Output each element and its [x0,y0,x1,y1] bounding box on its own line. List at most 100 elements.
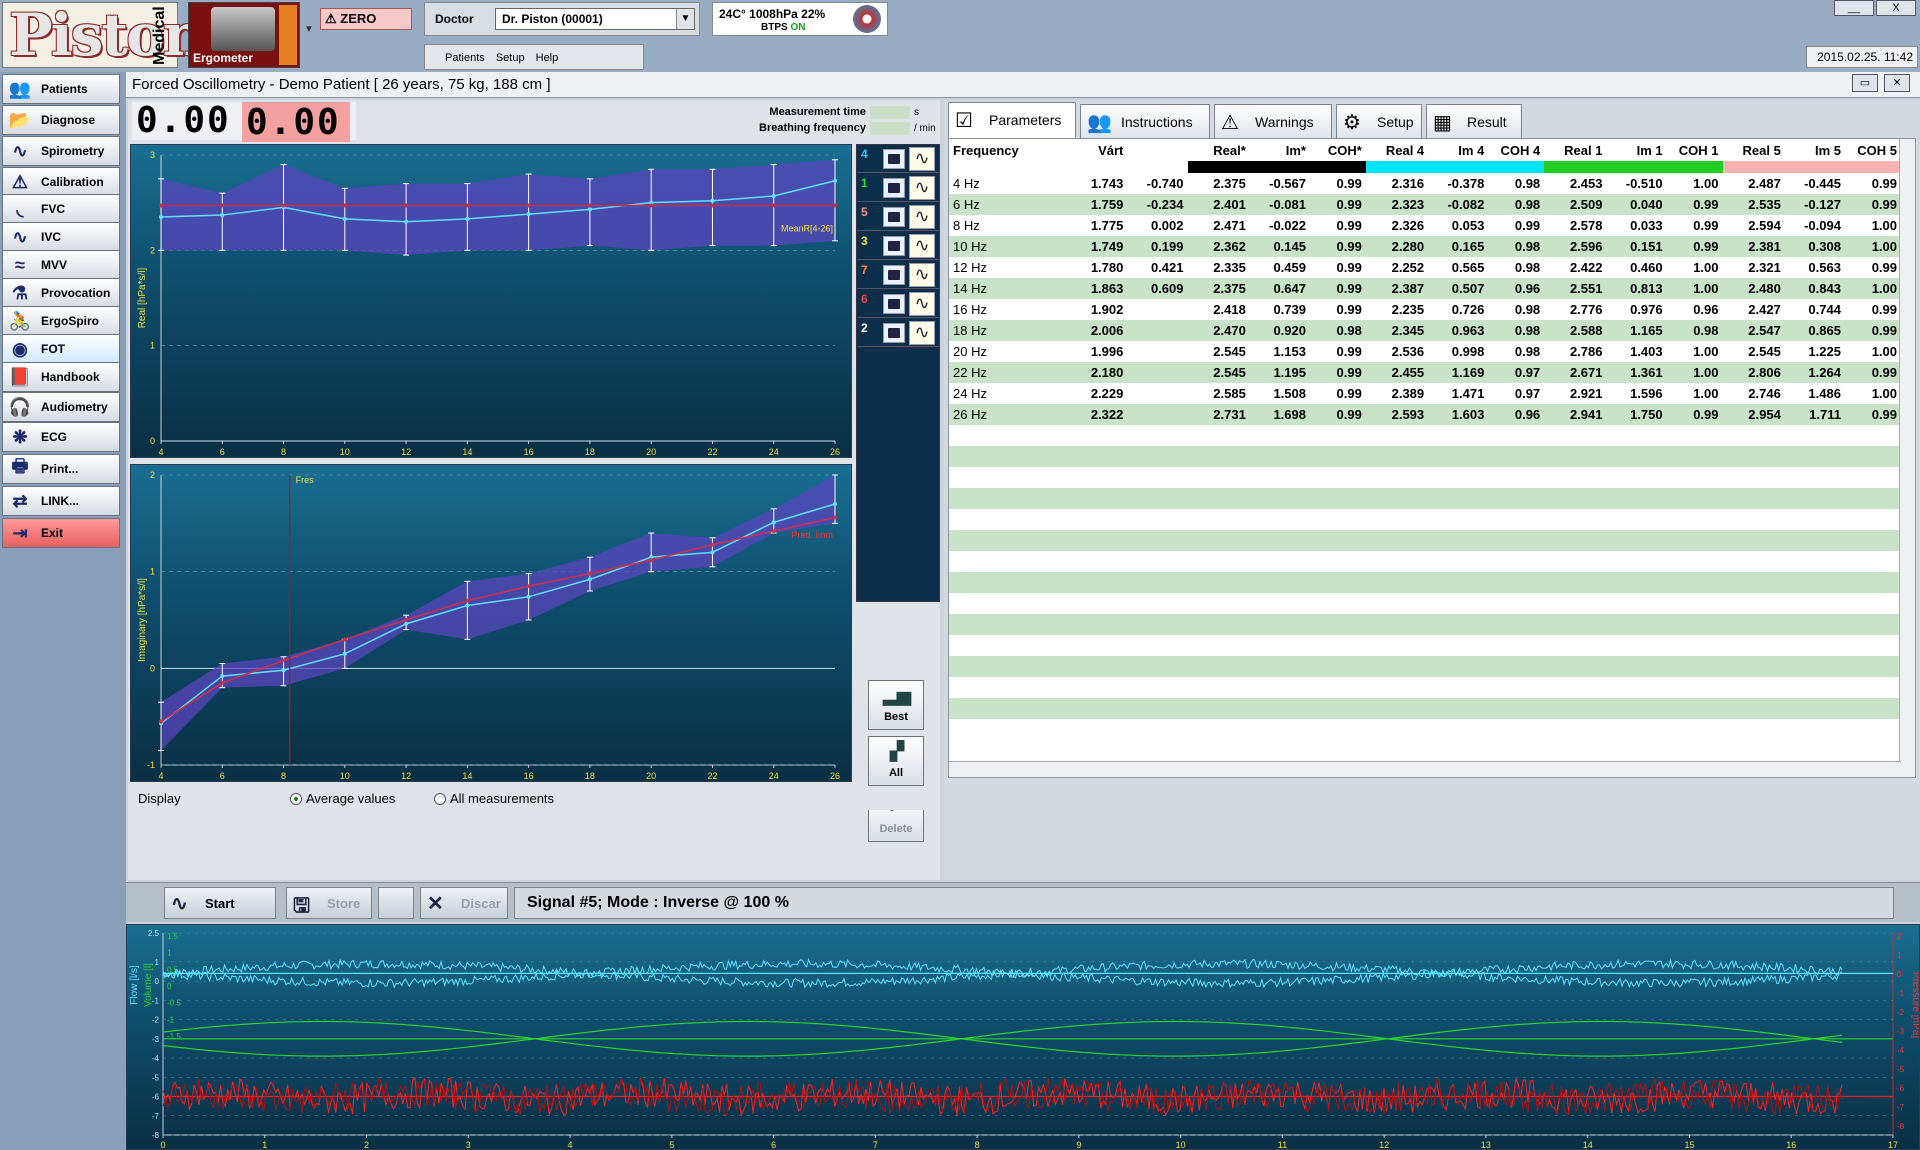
sidebar-item-exit[interactable]: ⇥ Exit [2,518,120,548]
sidebar-item-fvc[interactable]: ◟ FVC [2,194,120,224]
tab-setup[interactable]: ⚙ Setup [1336,104,1422,138]
restore-icon[interactable]: ▭ [1852,74,1878,92]
column-header[interactable]: Frequency [949,139,1059,161]
save-signal-icon[interactable] [883,236,905,256]
minimize-button[interactable]: __ [1834,0,1874,16]
column-header[interactable]: COH* [1309,139,1366,161]
signal-row[interactable]: 5 ∿ [857,203,939,231]
vertical-scrollbar[interactable] [1899,139,1915,777]
sidebar-item-ecg[interactable]: ❋ ECG [2,422,120,452]
sidebar-item-patients[interactable]: 👥 Patients [2,74,120,104]
save-signal-icon[interactable] [883,178,905,198]
horizontal-scrollbar[interactable] [949,761,1901,777]
sidebar-item-mvv[interactable]: ≈ MVV [2,250,120,280]
signal-row[interactable]: 7 ∿ [857,261,939,289]
table-cell [1127,383,1188,404]
chevron-down-icon[interactable]: ▼ [676,9,694,29]
column-header[interactable]: Im 5 [1784,139,1845,161]
toolbar-spacer-button[interactable] [378,887,414,919]
imaginary-impedance-chart[interactable]: -1 0 1 2 4 6 8 10 12 14 16 18 20 22 24 26 Imaginary [hPa… [130,464,852,782]
tab-result[interactable]: ▦ Result [1426,104,1522,138]
sidebar-item-audiometry[interactable]: 🎧 Audiometry [2,392,120,422]
save-signal-icon[interactable] [883,323,905,343]
menu-setup[interactable]: Setup [496,52,525,64]
signal-wave-icon[interactable]: ∿ [909,292,935,316]
tab-instructions[interactable]: 👥 Instructions [1080,104,1210,138]
zero-button[interactable]: ⚠ ZERO [320,8,412,30]
table-row[interactable]: 26 Hz 2.322 2.731 1.698 0.99 2.593 1.603 0.96 2.… [949,404,1901,425]
column-header[interactable] [1127,139,1188,161]
column-header[interactable]: COH 1 [1666,139,1723,161]
column-header[interactable]: Real 1 [1544,139,1607,161]
device-dropdown-chevron-icon[interactable]: ▼ [302,24,316,44]
tab-warnings[interactable]: ⚠ Warnings [1214,104,1332,138]
signal-row[interactable]: 2 ∿ [857,319,939,347]
save-signal-icon[interactable] [883,207,905,227]
sidebar-item-spirometry[interactable]: ∿ Spirometry [2,136,120,166]
sidebar-item-link[interactable]: ⇄ LINK... [2,486,120,516]
signal-row[interactable]: 4 ∿ [857,145,939,173]
sidebar-item-calibration[interactable]: ⚠ Calibration [2,167,120,197]
signal-wave-icon[interactable]: ∿ [909,147,935,171]
signal-wave-icon[interactable]: ∿ [909,205,935,229]
signal-row[interactable]: 1 ∿ [857,174,939,202]
table-row[interactable]: 16 Hz 1.902 2.418 0.739 0.99 2.235 0.726 0.98 2.… [949,299,1901,320]
empty-cell [1187,719,1250,740]
table-row[interactable]: 12 Hz 1.780 0.421 2.335 0.459 0.99 2.252 0.565 0… [949,257,1901,278]
discard-button[interactable]: ✕ Discar [420,887,508,919]
tab-parameters[interactable]: ☑ Parameters [948,102,1076,140]
signal-row[interactable]: 3 ∿ [857,232,939,260]
sidebar-item-provocation[interactable]: ⚗ Provocation [2,278,120,308]
menu-help[interactable]: Help [536,52,559,64]
table-row[interactable]: 14 Hz 1.863 0.609 2.375 0.647 0.99 2.387 0.507 0… [949,278,1901,299]
best-button[interactable]: ▂▅ Best [868,680,924,730]
signal-wave-icon[interactable]: ∿ [909,234,935,258]
column-header[interactable]: COH 5 [1844,139,1901,161]
sidebar-item-ergospiro[interactable]: 🚴 ErgoSpiro [2,306,120,336]
environment-panel[interactable]: 24C° 1008hPa 22% BTPS ON [712,2,888,36]
radio-average-values[interactable]: Average values [290,791,395,806]
sidebar-item-handbook[interactable]: 📕 Handbook [2,362,120,392]
column-header[interactable]: Im 1 [1606,139,1667,161]
save-signal-icon[interactable] [883,294,905,314]
save-signal-icon[interactable] [883,149,905,169]
menu-patients[interactable]: Patients [445,52,485,64]
table-row[interactable]: 22 Hz 2.180 2.545 1.195 0.99 2.455 1.169 0.97 2.… [949,362,1901,383]
signal-row[interactable]: 6 ∿ [857,290,939,318]
sidebar-item-print[interactable]: 🖶 Print... [2,454,120,484]
all-button[interactable]: ▞ All [868,736,924,786]
sidebar-item-fot[interactable]: ◉ FOT [2,334,120,364]
table-row[interactable]: 18 Hz 2.006 2.470 0.920 0.98 2.345 0.963 0.98 2.… [949,320,1901,341]
radio-off-icon[interactable] [434,793,446,805]
column-header[interactable]: Im* [1249,139,1310,161]
radio-all-measurements[interactable]: All measurements [434,791,554,806]
table-row[interactable]: 8 Hz 1.775 0.002 2.471 -0.022 0.99 2.326 0.053 0… [949,215,1901,236]
table-row[interactable]: 24 Hz 2.229 2.585 1.508 0.99 2.389 1.471 0.97 2.… [949,383,1901,404]
column-header[interactable]: Várt [1058,139,1128,161]
close-icon[interactable]: ✕ [1884,74,1910,92]
column-header[interactable]: Real 5 [1722,139,1785,161]
close-button[interactable]: X [1876,0,1916,16]
real-impedance-chart[interactable]: 0 1 2 3 4 6 8 10 12 14 16 18 20 22 24 26 Real [hPa*s/l] M… [130,144,852,458]
empty-cell [1544,656,1607,677]
start-button[interactable]: ∿ Start [164,887,276,919]
signal-wave-icon[interactable]: ∿ [909,321,935,345]
column-header[interactable]: Im 4 [1428,139,1489,161]
store-button[interactable]: 🖫 Store [286,887,372,919]
signal-wave-icon[interactable]: ∿ [909,176,935,200]
table-row[interactable]: 4 Hz 1.743 -0.740 2.375 -0.567 0.99 2.316 -0.37… [949,173,1901,194]
table-row[interactable]: 20 Hz 1.996 2.545 1.153 0.99 2.536 0.998 0.98 2.… [949,341,1901,362]
column-header[interactable]: Real* [1187,139,1250,161]
table-row[interactable]: 10 Hz 1.749 0.199 2.362 0.145 0.99 2.280 0.165 0… [949,236,1901,257]
radio-on-icon[interactable] [290,793,302,805]
sidebar-item-diagnose[interactable]: 📂 Diagnose [2,105,120,135]
sidebar-item-ivc[interactable]: ∿ IVC [2,222,120,252]
save-signal-icon[interactable] [883,265,905,285]
signal-wave-icon[interactable]: ∿ [909,263,935,287]
flow-volume-pressure-chart[interactable]: 2.5 1 0 -1 -2 -3 -4 -5 -6 -7 -8 1.5 1 0.5 0 -0.5 -1 -1.5 2… [126,924,1920,1150]
table-row[interactable]: 6 Hz 1.759 -0.234 2.401 -0.081 0.99 2.323 -0.08… [949,194,1901,215]
doctor-select[interactable]: Dr. Piston (00001) ▼ [495,8,695,30]
column-header[interactable]: COH 4 [1488,139,1545,161]
ergometer-device-selector[interactable]: Ergometer [188,2,300,68]
column-header[interactable]: Real 4 [1365,139,1429,161]
